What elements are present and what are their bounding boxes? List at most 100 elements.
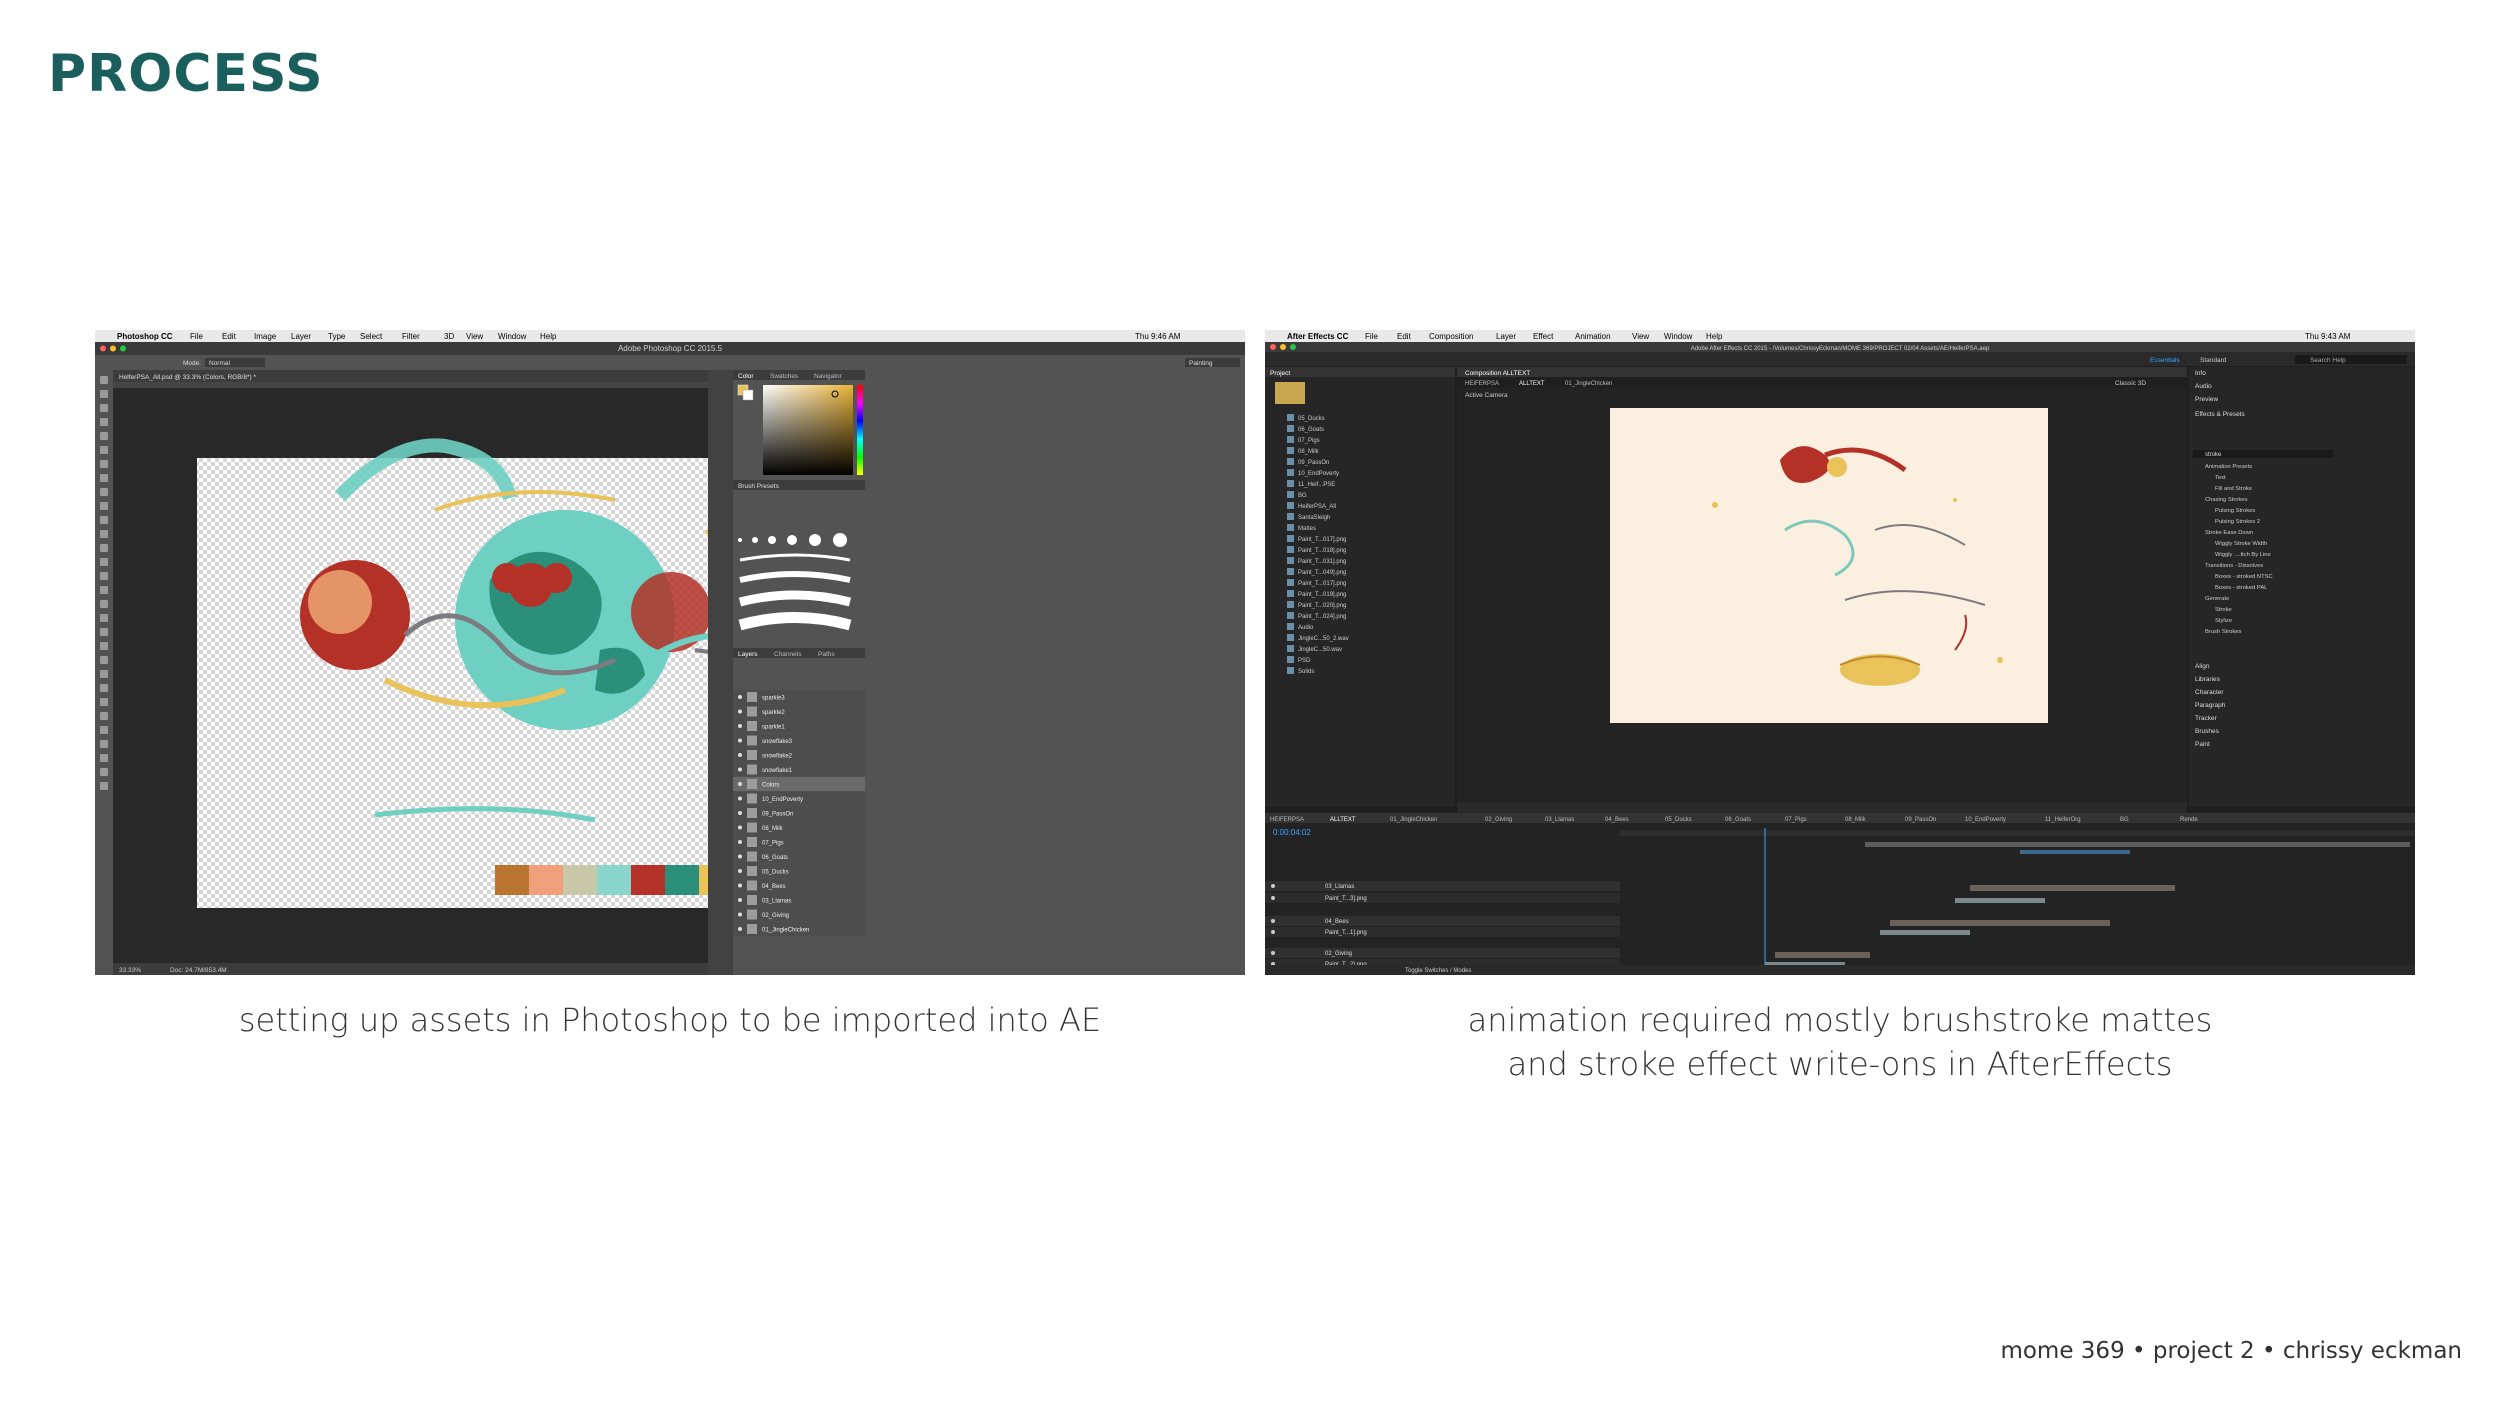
ps-layer-row[interactable]: 02_Giving — [733, 907, 865, 922]
ps-tool-icon[interactable] — [100, 628, 108, 636]
ae-workspace-essentials[interactable]: Essentials — [2150, 357, 2180, 364]
ps-tool-icon[interactable] — [100, 656, 108, 664]
ae-menu-composition[interactable]: Composition — [1429, 332, 1473, 341]
ae-timeline-tab[interactable]: 07_Pigs — [1785, 817, 1807, 823]
ps-tool-icon[interactable] — [100, 740, 108, 748]
ae-breadcrumb-item[interactable]: 01_JingleChicken — [1565, 381, 1612, 387]
ps-hue-slider[interactable] — [857, 385, 863, 475]
ae-layer-row[interactable]: 03_Llamas — [1265, 881, 1620, 891]
ae-project-item[interactable]: PSD — [1287, 656, 1311, 664]
ps-tool-icon[interactable] — [100, 404, 108, 412]
ae-timeline-tab[interactable]: 11_HeiferOrg — [2045, 817, 2081, 823]
ae-comp-breadcrumb[interactable]: HEIFERPSA ALLTEXT 01_JingleChicken — [1465, 381, 1612, 387]
ps-layer-row[interactable]: 04_Bees — [733, 878, 865, 893]
ae-project-item[interactable]: 08_Milk — [1287, 447, 1320, 455]
ae-zoom-icon[interactable] — [1290, 344, 1296, 350]
ps-tool-icon[interactable] — [100, 488, 108, 496]
eye-icon[interactable] — [738, 854, 742, 859]
eye-icon[interactable] — [1271, 896, 1275, 900]
ps-layers-tab-layers[interactable]: Layers — [738, 651, 758, 658]
ae-timeline-tab[interactable]: BG — [2120, 817, 2129, 823]
eye-icon[interactable] — [738, 738, 742, 743]
ps-layer-row[interactable]: snowflake1 — [733, 762, 865, 777]
ae-timeline-tab[interactable]: 03_Llamas — [1545, 817, 1574, 823]
ae-project-item[interactable]: 07_Pigs — [1287, 436, 1320, 444]
ps-tool-icon[interactable] — [100, 768, 108, 776]
ae-effect-item[interactable]: Wiggly Stroke Width — [2215, 541, 2267, 547]
ae-menu-effect[interactable]: Effect — [1533, 332, 1554, 341]
ae-breadcrumb-item[interactable]: ALLTEXT — [1519, 381, 1545, 387]
ae-menu-layer[interactable]: Layer — [1496, 332, 1516, 341]
ae-project-item[interactable]: 06_Goats — [1287, 425, 1324, 433]
ps-layer-row[interactable]: sparkle2 — [733, 704, 865, 719]
eye-icon[interactable] — [738, 927, 742, 931]
ps-layers-tabs[interactable]: Layers Channels Paths — [738, 651, 835, 658]
ae-effect-item[interactable]: Stylize — [2215, 618, 2232, 624]
ae-menu-edit[interactable]: Edit — [1397, 332, 1412, 341]
eye-icon[interactable] — [738, 724, 742, 728]
ae-panel-paragraph[interactable]: Paragraph — [2195, 702, 2226, 709]
ae-effect-item[interactable]: Stroke Ease Down — [2205, 530, 2253, 536]
eye-icon[interactable] — [738, 898, 742, 902]
eye-icon[interactable] — [738, 753, 742, 757]
ae-panel-audio[interactable]: Audio — [2195, 383, 2212, 390]
eye-icon[interactable] — [738, 825, 742, 830]
ps-layer-row[interactable]: 03_Llamas — [733, 893, 865, 907]
ps-layer-row[interactable]: snowflake2 — [733, 748, 865, 762]
ae-timeline-tab[interactable]: 06_Goats — [1725, 817, 1751, 823]
eye-icon[interactable] — [738, 811, 742, 815]
ae-menu-animation[interactable]: Animation — [1575, 332, 1611, 341]
ae-effect-item[interactable]: Brush Strokes — [2205, 629, 2242, 635]
ps-zoom-level[interactable]: 33.33% — [119, 967, 141, 974]
ae-effect-item[interactable]: Transitions - Dissolves — [2205, 563, 2263, 569]
ps-menu-3d[interactable]: 3D — [444, 332, 454, 341]
ae-panel-paint[interactable]: Paint — [2195, 741, 2210, 748]
ae-project-item[interactable]: 05_Ducks — [1287, 414, 1325, 422]
ae-timeline-tab[interactable]: 01_JingleChicken — [1390, 817, 1437, 823]
ae-effect-item[interactable]: Pulsing Strokes 2 — [2215, 519, 2260, 525]
ps-panel-tab-color[interactable]: Color — [738, 373, 754, 380]
ps-tool-icon[interactable] — [100, 782, 108, 790]
ae-project-item[interactable]: Audio — [1287, 623, 1314, 631]
eye-icon[interactable] — [1271, 884, 1275, 888]
eye-icon[interactable] — [738, 767, 742, 772]
ps-layer-row[interactable]: Colors — [733, 777, 865, 791]
ae-toggle-switches[interactable]: Toggle Switches / Modes — [1405, 968, 1471, 974]
ps-zoom-icon[interactable] — [120, 345, 126, 352]
ps-menu-file[interactable]: File — [190, 332, 203, 341]
ae-effect-item[interactable]: Boxes - stroked NTSC — [2215, 574, 2273, 580]
ae-project-item[interactable]: SantaSleigh — [1287, 513, 1330, 521]
ps-tool-icon[interactable] — [100, 544, 108, 552]
ae-layer-row[interactable]: Paint_T...1].png — [1265, 927, 1620, 937]
ae-project-tab[interactable]: Project — [1270, 370, 1290, 377]
ae-timeline-tab[interactable]: ALLTEXT — [1330, 817, 1356, 823]
eye-icon[interactable] — [738, 869, 742, 873]
ae-project-item[interactable]: Mattes — [1287, 524, 1316, 532]
ae-panel-brushes[interactable]: Brushes — [2195, 728, 2220, 735]
ae-timeline-tabs[interactable]: HEIFERPSA ALLTEXT 01_JingleChicken 02_Givin… — [1270, 817, 2198, 823]
ps-tool-icon[interactable] — [100, 418, 108, 426]
ae-menu-window[interactable]: Window — [1664, 332, 1693, 341]
ps-tool-icon[interactable] — [100, 390, 108, 398]
ps-tool-icon[interactable] — [100, 516, 108, 524]
ae-menu-help[interactable]: Help — [1706, 332, 1723, 341]
ae-effect-item[interactable]: Chasing Strokes — [2205, 497, 2248, 503]
ps-app-menu[interactable]: Photoshop CC — [117, 332, 173, 341]
ps-tool-icon[interactable] — [100, 712, 108, 720]
ps-menu-image[interactable]: Image — [254, 332, 277, 341]
ps-layer-row[interactable]: snowflake3 — [733, 733, 865, 748]
ps-tool-icon[interactable] — [100, 530, 108, 538]
ps-panel-tab-navigator[interactable]: Navigator — [814, 373, 843, 380]
ps-menu-window[interactable]: Window — [498, 332, 527, 341]
eye-icon[interactable] — [738, 840, 742, 844]
ae-timeline-tab[interactable]: 02_Giving — [1485, 817, 1512, 823]
ps-layer-row[interactable]: 10_EndPoverty — [733, 791, 865, 806]
ae-workspace-standard[interactable]: Standard — [2200, 357, 2227, 364]
ps-layers-tab-paths[interactable]: Paths — [818, 651, 835, 658]
ae-menu-view[interactable]: View — [1632, 332, 1649, 341]
ae-panel-tracker[interactable]: Tracker — [2195, 715, 2218, 722]
ae-time-ruler[interactable] — [1620, 830, 2415, 836]
ps-close-icon[interactable] — [100, 345, 106, 352]
ps-background-color[interactable] — [742, 389, 754, 401]
ps-tool-icon[interactable] — [100, 754, 108, 762]
